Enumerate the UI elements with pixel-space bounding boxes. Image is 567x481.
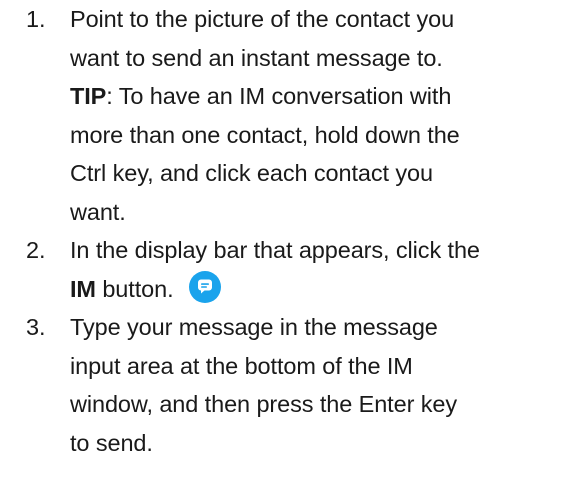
step-3-line-3: window, and then press the Enter key bbox=[70, 391, 457, 417]
button-word: button. bbox=[95, 275, 174, 302]
step-1-tip-line-3: Ctrl key, and click each contact you bbox=[70, 160, 433, 186]
step-1-tip-line-1: TIP: To have an IM conversation with bbox=[70, 77, 545, 116]
chat-bubble-icon[interactable] bbox=[188, 270, 222, 304]
step-3-line-1: Type your message in the message bbox=[70, 314, 438, 340]
im-bold-label: IM bbox=[70, 275, 96, 302]
step-2: 2. In the display bar that appears, clic… bbox=[0, 231, 545, 308]
step-1-tip-line-4: want. bbox=[70, 198, 126, 225]
step-1-line-2: want to send an instant message to. bbox=[70, 44, 443, 71]
tip-label: TIP bbox=[70, 83, 107, 109]
steps-list: 1. Point to the picture of the contact y… bbox=[0, 0, 567, 462]
step-1-tip-line-2: more than one contact, hold down the bbox=[70, 121, 460, 148]
step-3-line-4: to send. bbox=[70, 429, 153, 456]
step-number-1: 1. bbox=[26, 6, 46, 32]
tip-text: : To have an IM conversation with bbox=[106, 83, 452, 109]
step-2-line-2: IM button. bbox=[70, 270, 545, 309]
step-3: 3. Type your message in the message inpu… bbox=[0, 308, 545, 462]
step-2-line-1: In the display bar that appears, click t… bbox=[70, 237, 480, 263]
instructions-document: 1. Point to the picture of the contact y… bbox=[0, 0, 567, 481]
step-1-line-1: Point to the picture of the contact you bbox=[70, 6, 455, 32]
step-3-line-2: input area at the bottom of the IM bbox=[70, 352, 413, 379]
step-number-3: 3. bbox=[26, 314, 46, 340]
step-number-2: 2. bbox=[26, 237, 46, 263]
step-1: 1. Point to the picture of the contact y… bbox=[0, 0, 545, 231]
